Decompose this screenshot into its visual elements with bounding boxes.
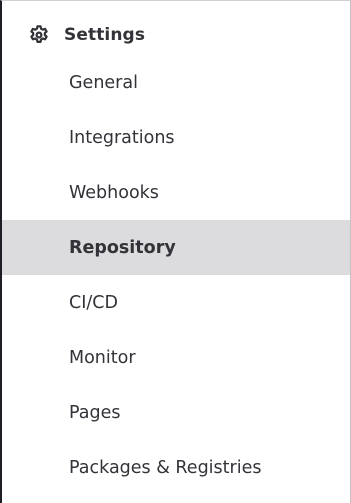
sidebar-item-label: CI/CD — [69, 292, 118, 313]
settings-sidebar-panel: Settings General Integrations Webhooks R… — [0, 0, 351, 503]
sidebar-item-webhooks[interactable]: Webhooks — [2, 165, 350, 220]
sidebar-item-label: Monitor — [69, 347, 136, 368]
sidebar-item-label: Packages & Registries — [69, 457, 262, 478]
sidebar-item-monitor[interactable]: Monitor — [2, 330, 350, 385]
sidebar-item-integrations[interactable]: Integrations — [2, 110, 350, 165]
settings-section-header[interactable]: Settings — [2, 17, 350, 53]
sidebar-item-ci-cd[interactable]: CI/CD — [2, 275, 350, 330]
settings-header-label: Settings — [64, 25, 146, 45]
sidebar-item-label: Integrations — [69, 127, 175, 148]
sidebar-item-label: Pages — [69, 402, 121, 423]
sidebar-item-label: General — [69, 72, 138, 93]
sidebar-item-repository[interactable]: Repository — [2, 220, 350, 275]
sidebar-item-pages[interactable]: Pages — [2, 385, 350, 440]
sidebar-item-general[interactable]: General — [2, 55, 350, 110]
sidebar-item-label: Webhooks — [69, 182, 159, 203]
sidebar-item-label: Repository — [69, 237, 176, 258]
gear-icon — [28, 24, 50, 46]
sidebar-item-packages-registries[interactable]: Packages & Registries — [2, 440, 350, 495]
settings-submenu: General Integrations Webhooks Repository… — [2, 55, 350, 495]
